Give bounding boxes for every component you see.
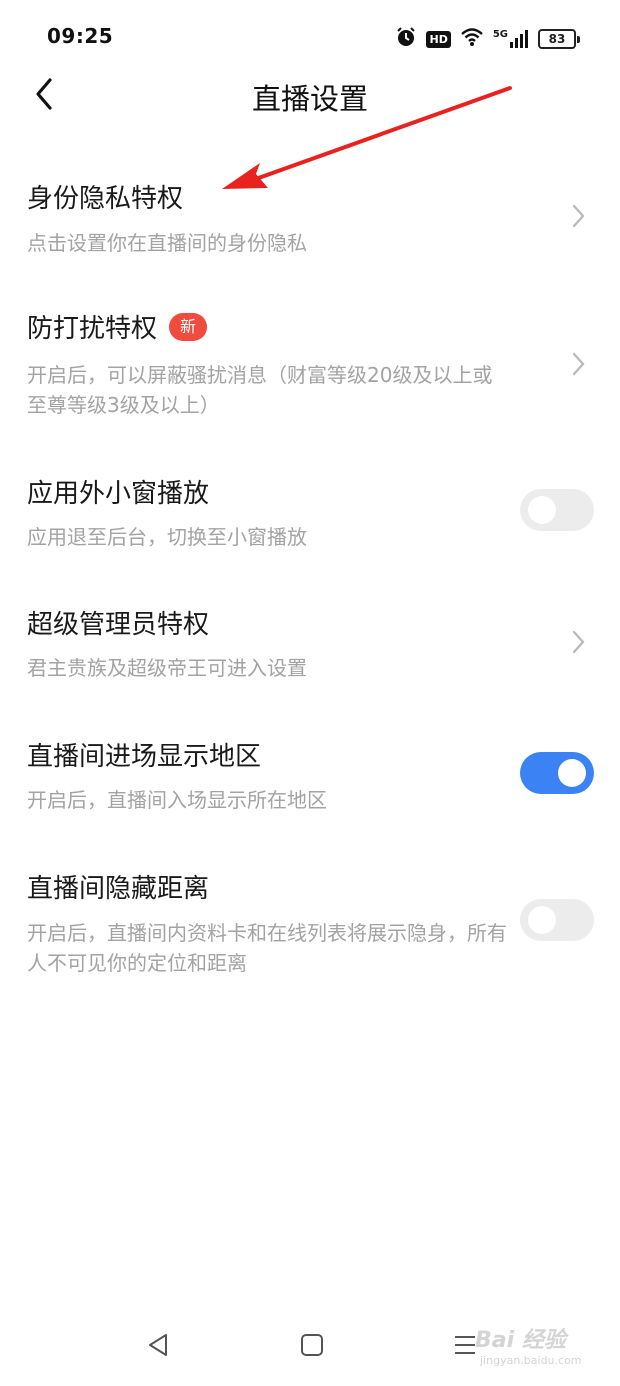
setting-title: 直播间隐藏距离 [27, 874, 210, 904]
nav-home-icon[interactable] [300, 1332, 324, 1358]
setting-title: 超级管理员特权 [27, 610, 210, 640]
watermark-url: jingyan.baidu.com [480, 1354, 582, 1367]
status-time: 09:25 [47, 24, 114, 48]
setting-desc: 开启后，直播间入场显示所在地区 [27, 788, 327, 812]
floating-window-toggle[interactable] [520, 489, 594, 531]
setting-floating-window: 应用外小窗播放 应用退至后台，切换至小窗播放 [0, 455, 620, 565]
hide-distance-toggle[interactable] [520, 899, 594, 941]
setting-title: 直播间进场显示地区 [27, 742, 262, 772]
chevron-right-icon[interactable] [572, 352, 586, 376]
setting-desc: 点击设置你在直播间的身份隐私 [27, 231, 307, 255]
chevron-right-icon[interactable] [572, 630, 586, 654]
setting-super-admin[interactable]: 超级管理员特权 君主贵族及超级帝王可进入设置 [0, 586, 620, 696]
setting-show-region: 直播间进场显示地区 开启后，直播间入场显示所在地区 [0, 718, 620, 828]
setting-title: 身份隐私特权 [27, 184, 184, 214]
battery-icon: 83 [538, 29, 580, 49]
setting-desc: 君主贵族及超级帝王可进入设置 [27, 656, 307, 680]
alarm-icon [395, 26, 417, 52]
setting-identity-privacy[interactable]: 身份隐私特权 点击设置你在直播间的身份隐私 [0, 160, 620, 270]
setting-desc: 开启后，直播间内资料卡和在线列表将展示隐身，所有人不可见你的定位和距离 [27, 921, 507, 975]
battery-level: 83 [538, 29, 576, 49]
watermark-logo: Bai 经验 [475, 1328, 566, 1353]
setting-anti-disturb[interactable]: 防打扰特权 新 开启后，可以屏蔽骚扰消息（财富等级20级及以上或至尊等级3级及以… [0, 290, 620, 430]
nav-back-icon[interactable] [146, 1332, 170, 1358]
page-title: 直播设置 [251, 82, 368, 116]
signal-5g-icon: 5G [493, 29, 529, 49]
nav-bar: 直播设置 [0, 60, 620, 130]
setting-desc: 开启后，可以屏蔽骚扰消息（财富等级20级及以上或至尊等级3级及以上） [27, 363, 493, 417]
setting-desc: 应用退至后台，切换至小窗播放 [27, 525, 307, 549]
chevron-right-icon[interactable] [572, 204, 586, 228]
new-badge: 新 [169, 312, 208, 341]
show-region-toggle[interactable] [520, 752, 594, 794]
setting-title: 防打扰特权 新 [27, 308, 208, 345]
setting-hide-distance: 直播间隐藏距离 开启后，直播间内资料卡和在线列表将展示隐身，所有人不可见你的定位… [0, 850, 620, 990]
wifi-icon [460, 27, 484, 51]
setting-title: 应用外小窗播放 [27, 479, 210, 509]
status-icons: HD 5G 83 [395, 26, 580, 52]
hd-icon: HD [426, 30, 451, 48]
